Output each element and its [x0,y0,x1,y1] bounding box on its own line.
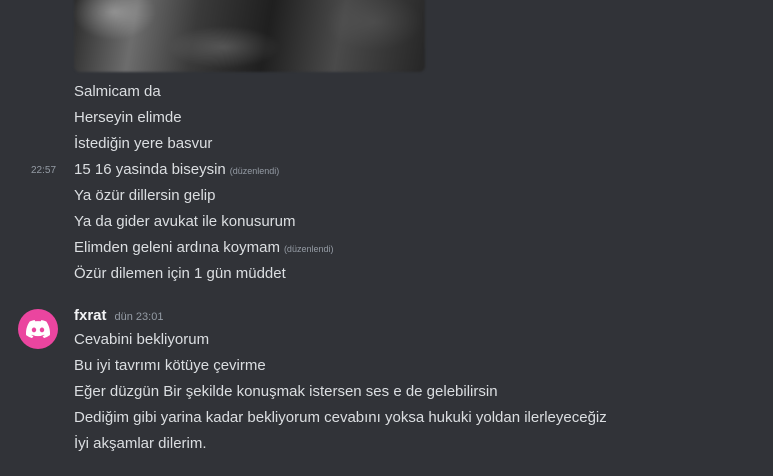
message-text: Elimden geleni ardına koymam [74,239,280,256]
hover-timestamp: 22:57 [31,165,57,176]
discord-logo-icon [26,320,50,338]
edited-label: (düzenlendi) [283,244,334,254]
message-text: Bu iyi tavrımı kötüye çevirme [74,357,266,374]
message-text: Cevabini bekliyorum [74,331,210,348]
message-line-2: Herseyin elimde [74,108,182,128]
message-line-4: 15 16 yasinda biseysin (düzenlendi) [74,160,279,181]
message-line-8: Özür dilemen için 1 gün müddet [74,264,286,284]
edited-label: (düzenlendi) [229,166,280,176]
message-text: 15 16 yasinda biseysin [74,161,226,178]
message-timestamp[interactable]: dün 23:01 [115,311,164,323]
message-line-1: Salmicam da [74,82,161,102]
avatar[interactable] [18,309,58,349]
message-line-11: Eğer düzgün Bir şekilde konuşmak isterse… [74,382,498,402]
message-text: Özür dilemen için 1 gün müddet [74,265,286,282]
message-header: fxrat dün 23:01 [74,307,163,329]
message-text: Eğer düzgün Bir şekilde konuşmak isterse… [74,383,498,400]
message-text: Ya da gider avukat ile konusurum [74,213,296,230]
message-line-7: Elimden geleni ardına koymam (düzenlendi) [74,238,333,259]
message-line-13: İyi akşamlar dilerim. [74,434,207,454]
message-text: Salmicam da [74,83,161,100]
message-text: İyi akşamlar dilerim. [74,435,207,452]
message-line-3: İstediğin yere basvur [74,134,212,154]
message-line-10: Bu iyi tavrımı kötüye çevirme [74,356,266,376]
message-line-6: Ya da gider avukat ile konusurum [74,212,296,232]
message-line-12: Dediğim gibi yarina kadar bekliyorum cev… [74,408,607,428]
message-text: Dediğim gibi yarina kadar bekliyorum cev… [74,409,607,426]
message-text: Herseyin elimde [74,109,182,126]
message-text: Ya özür dillersin gelip [74,187,216,204]
username[interactable]: fxrat [74,307,107,324]
message-line-9: Cevabini bekliyorum [74,330,209,350]
message-line-5: Ya özür dillersin gelip [74,186,215,206]
image-attachment[interactable] [74,0,425,72]
message-text: İstediğin yere basvur [74,135,213,152]
